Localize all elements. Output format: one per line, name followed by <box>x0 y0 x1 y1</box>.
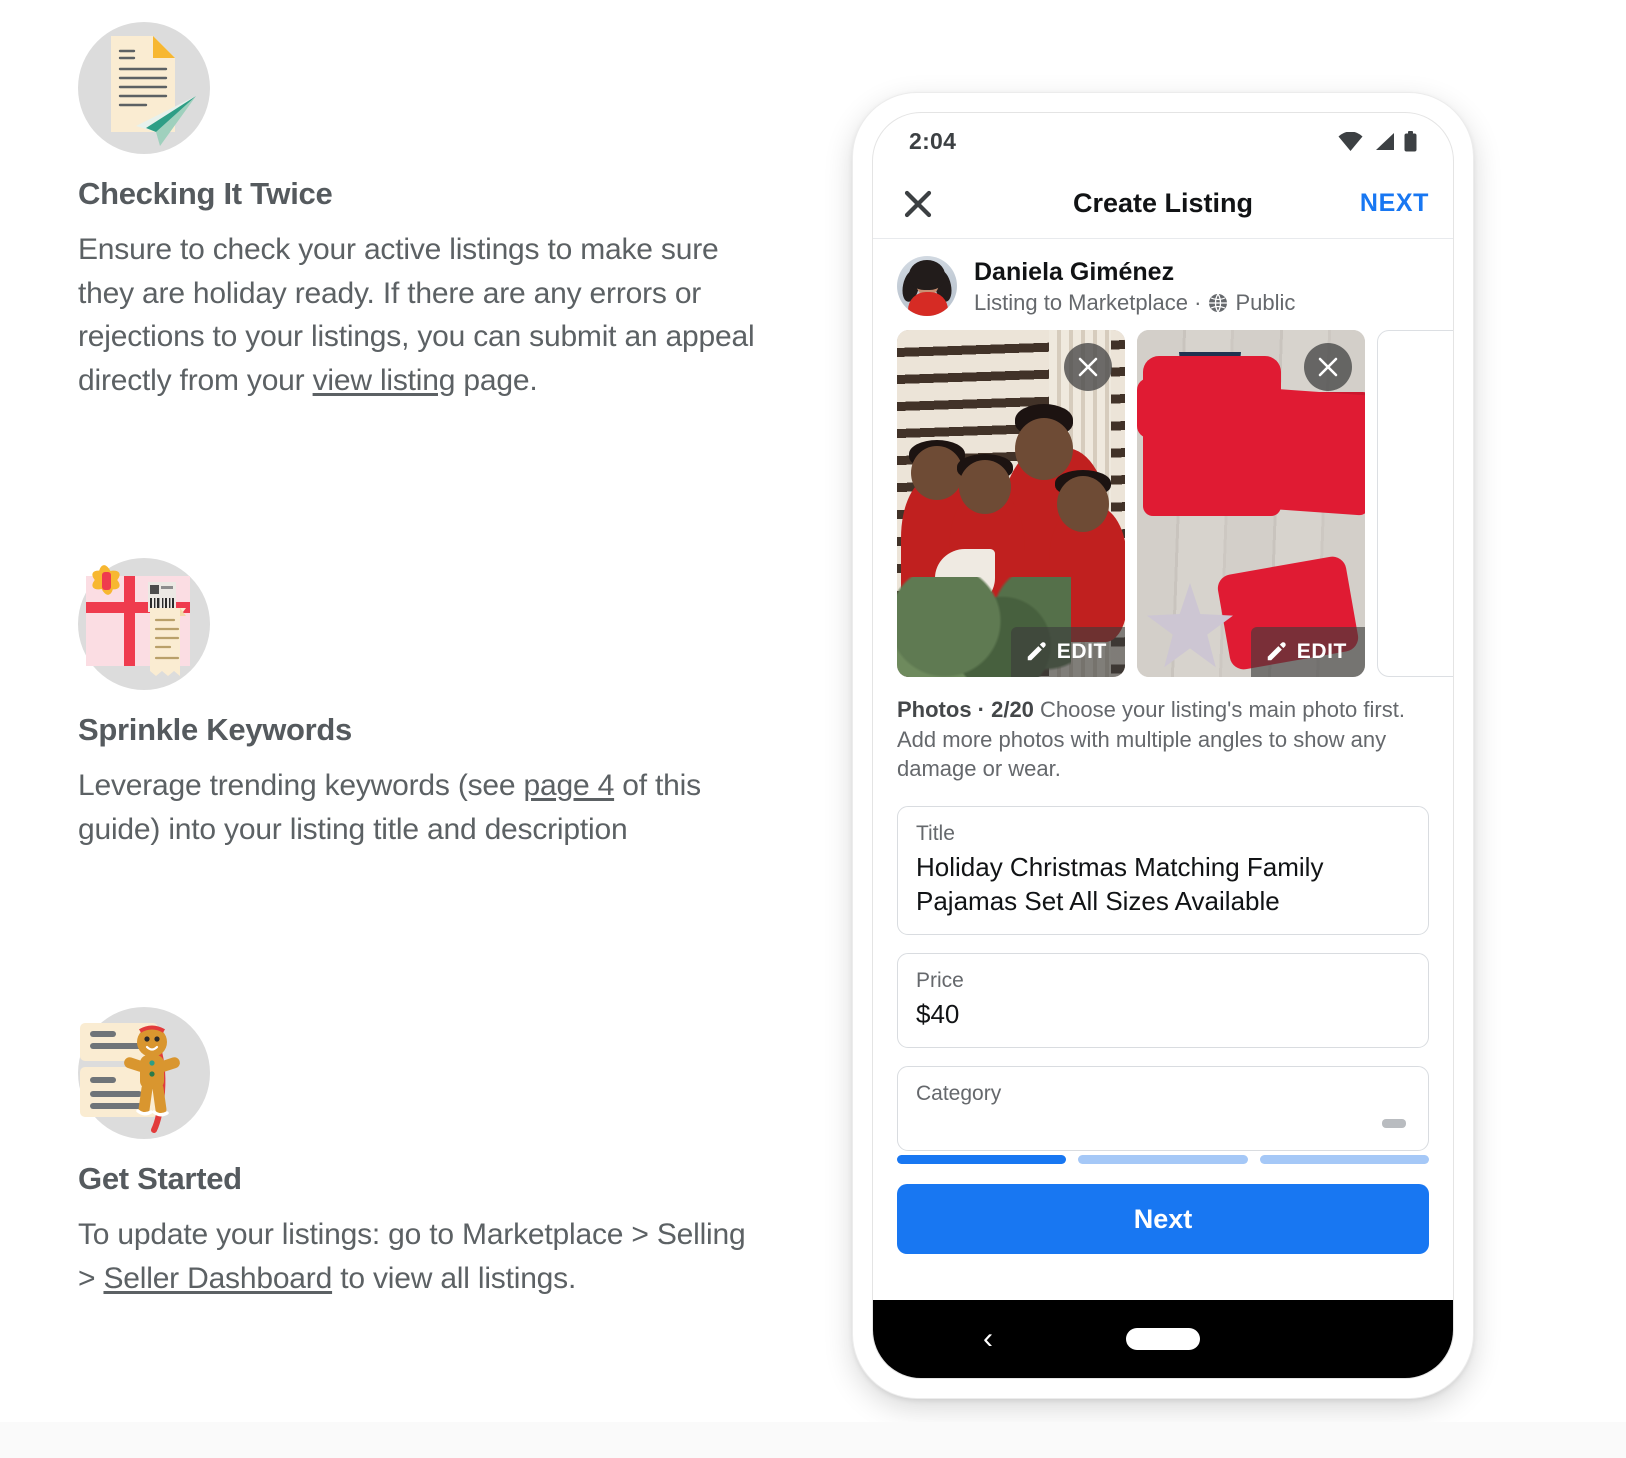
next-text-button[interactable]: NEXT <box>1360 189 1429 218</box>
audience-privacy: Public <box>1235 289 1296 315</box>
author-audience: Listing to Marketplace · Public <box>974 290 1295 316</box>
price-field[interactable]: Price $40 <box>897 952 1429 1049</box>
close-icon[interactable] <box>897 183 939 225</box>
category-field[interactable]: Category <box>897 1066 1429 1152</box>
cta-container: Next <box>873 1164 1453 1278</box>
status-bar-icons <box>1338 130 1417 152</box>
phone-screen: 2:04 Create Listing NEXT Daniela Giménez… <box>873 113 1453 1378</box>
globe-icon <box>1209 293 1228 313</box>
price-field-value: $40 <box>916 998 960 1029</box>
tip-title: Get Started <box>78 1161 242 1196</box>
add-photo-tile[interactable] <box>1377 330 1453 677</box>
tip-body: Leverage trending keywords (see page 4 o… <box>78 764 758 851</box>
avatar[interactable] <box>897 256 957 316</box>
wifi-icon <box>1338 131 1363 151</box>
pencil-icon <box>1027 642 1046 661</box>
gift-box-receipt-icon <box>78 558 214 694</box>
price-field-label: Price <box>916 968 964 992</box>
battery-icon <box>1404 130 1417 151</box>
close-icon[interactable] <box>1304 343 1352 391</box>
tip-body-before: Leverage trending keywords (see <box>78 769 524 802</box>
audience-prefix: Listing to Marketplace · <box>974 289 1202 315</box>
tip-card-get-started: Get Started To update your listings: go … <box>78 1007 758 1300</box>
edit-photo-label: EDIT <box>1056 640 1107 663</box>
edit-photo-label: EDIT <box>1296 640 1347 663</box>
close-icon[interactable] <box>1064 343 1112 391</box>
photos-count-label: Photos · 2/20 <box>897 697 1034 722</box>
photo-strip[interactable]: EDIT EDIT <box>873 330 1453 677</box>
chevron-down-icon[interactable] <box>1382 1119 1406 1129</box>
photo-tile[interactable]: EDIT <box>1137 330 1365 677</box>
progress-segment-1 <box>897 1155 1067 1165</box>
tip-title: Sprinkle Keywords <box>78 712 352 747</box>
title-field[interactable]: Title Holiday Christmas Matching Family … <box>897 806 1429 935</box>
view-listing-link[interactable]: view listing <box>313 364 456 397</box>
title-field-value: Holiday Christmas Matching Family Pajama… <box>916 852 1324 916</box>
progress-indicator <box>873 1151 1453 1165</box>
author-meta: Daniela Giménez Listing to Marketplace ·… <box>974 257 1295 316</box>
tip-card-checking-it-twice: Checking It Twice Ensure to check your a… <box>78 22 758 402</box>
tip-body-after: to view all listings. <box>332 1261 577 1295</box>
author-row: Daniela Giménez Listing to Marketplace ·… <box>873 239 1453 330</box>
cellular-signal-icon <box>1376 132 1394 150</box>
status-bar: 2:04 <box>873 113 1453 169</box>
gingerbread-man-list-icon <box>78 1007 214 1143</box>
title-field-label: Title <box>916 822 955 846</box>
chevron-left-icon[interactable]: ‹ <box>983 1324 993 1354</box>
tip-body: Ensure to check your active listings to … <box>78 228 758 402</box>
progress-segment-3 <box>1259 1155 1429 1165</box>
page-4-link[interactable]: page 4 <box>524 769 615 802</box>
phone-mockup: 2:04 Create Listing NEXT Daniela Giménez… <box>853 93 1473 1398</box>
app-bar: Create Listing NEXT <box>873 169 1453 239</box>
tip-card-sprinkle-keywords: Sprinkle Keywords Leverage trending keyw… <box>78 558 758 851</box>
document-paper-plane-icon <box>78 22 214 158</box>
pencil-icon <box>1267 642 1286 661</box>
android-nav-bar: ‹ <box>873 1300 1453 1378</box>
home-indicator[interactable] <box>1126 1328 1200 1350</box>
progress-segment-2 <box>1078 1155 1248 1165</box>
edit-photo-button[interactable]: EDIT <box>1250 627 1365 677</box>
photos-caption: Photos · 2/20 Choose your listing's main… <box>873 677 1453 784</box>
status-bar-time: 2:04 <box>909 127 957 154</box>
edit-photo-button[interactable]: EDIT <box>1010 627 1125 677</box>
category-field-label: Category <box>916 1082 1002 1106</box>
photo-tile[interactable]: EDIT <box>897 330 1125 677</box>
page-root: Checking It Twice Ensure to check your a… <box>0 0 1626 1458</box>
listing-form: Title Holiday Christmas Matching Family … <box>873 784 1453 1152</box>
tip-body: To update your listings: go to Marketpla… <box>78 1213 758 1300</box>
tip-body-after: page. <box>455 363 538 397</box>
author-name: Daniela Giménez <box>974 257 1175 286</box>
next-button[interactable]: Next <box>897 1184 1429 1255</box>
seller-dashboard-link[interactable]: Seller Dashboard <box>103 1262 332 1295</box>
tip-title: Checking It Twice <box>78 176 333 211</box>
page-bottom-band <box>0 1422 1626 1458</box>
